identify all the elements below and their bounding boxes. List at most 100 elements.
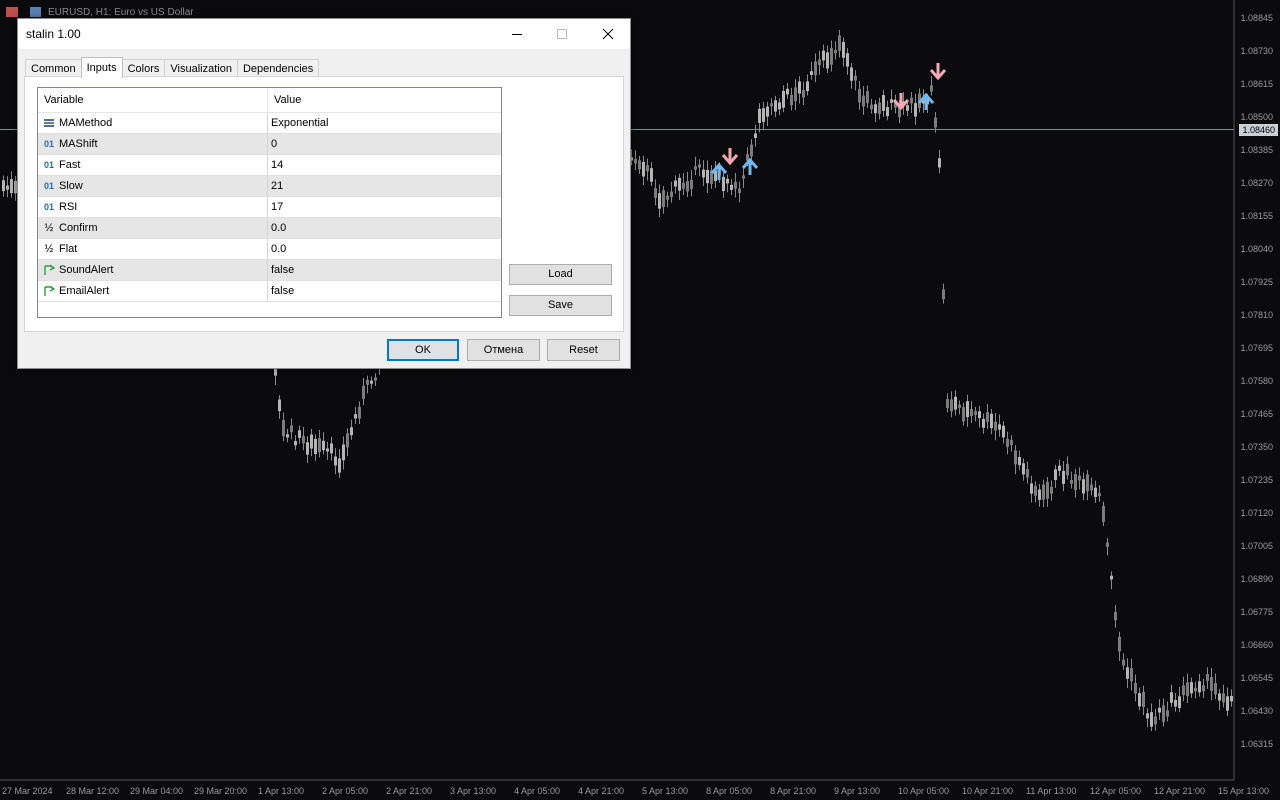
column-value[interactable]: Value [268, 88, 301, 112]
variable-name: MAMethod [59, 117, 113, 129]
time-tick-label: 12 Apr 21:00 [1154, 786, 1206, 796]
cancel-button[interactable]: Отмена [467, 339, 540, 361]
minimize-icon [511, 34, 522, 35]
price-tick-label: 1.08155 [1240, 211, 1273, 221]
chart-type-icon [6, 7, 18, 17]
time-tick-label: 4 Apr 05:00 [514, 786, 561, 796]
value-cell[interactable]: 17 [268, 197, 501, 217]
price-tick-label: 1.08615 [1240, 79, 1273, 89]
table-row[interactable]: ½ Confirm 0.0 [38, 218, 501, 239]
table-row[interactable]: 01 Fast 14 [38, 155, 501, 176]
table-row[interactable]: 01 RSI 17 [38, 197, 501, 218]
double-icon: ½ [44, 222, 54, 234]
price-tick-label: 1.07235 [1240, 475, 1273, 485]
inputs-table: Variable Value MAMethod Exponential 01 MASh… [37, 87, 502, 318]
price-tick-label: 1.07810 [1240, 310, 1273, 320]
table-row[interactable]: SoundAlert false [38, 260, 501, 281]
price-tick-label: 1.07580 [1240, 376, 1273, 386]
price-tick-label: 1.08385 [1240, 145, 1273, 155]
value-cell[interactable]: false [268, 260, 501, 280]
value-cell[interactable]: 21 [268, 176, 501, 196]
value-cell[interactable]: false [268, 281, 501, 301]
current-price-label: 1.08460 [1239, 124, 1278, 136]
table-row[interactable]: ½ Flat 0.0 [38, 239, 501, 260]
price-tick-label: 1.06545 [1240, 673, 1273, 683]
variable-cell: ½ Confirm [38, 218, 268, 238]
variable-name: EmailAlert [59, 285, 110, 297]
variable-name: Flat [59, 243, 78, 255]
price-tick-label: 1.08500 [1240, 112, 1273, 122]
variable-cell: 01 Fast [38, 155, 268, 175]
tab-strip: Common Inputs Colors Visualization Depen… [25, 57, 320, 78]
minimize-button[interactable] [494, 19, 539, 49]
close-button[interactable] [585, 19, 630, 49]
dialog-title: stalin 1.00 [26, 27, 81, 41]
table-header: Variable Value [38, 88, 501, 113]
variable-name: SoundAlert [59, 264, 114, 276]
time-tick-label: 2 Apr 05:00 [322, 786, 369, 796]
int-icon: 01 [43, 160, 54, 170]
variable-cell: 01 Slow [38, 176, 268, 196]
price-tick-label: 1.07465 [1240, 409, 1273, 419]
dialog-titlebar[interactable]: stalin 1.00 [18, 19, 630, 49]
price-tick-label: 1.07350 [1240, 442, 1273, 452]
enum-icon [43, 117, 55, 129]
time-tick-label: 12 Apr 05:00 [1090, 786, 1142, 796]
time-tick-label: 1 Apr 13:00 [258, 786, 305, 796]
variable-cell: ½ Flat [38, 239, 268, 259]
bool-icon [43, 264, 55, 276]
price-tick-label: 1.06430 [1240, 706, 1273, 716]
price-tick-label: 1.06775 [1240, 607, 1273, 617]
variable-cell: EmailAlert [38, 281, 268, 301]
price-tick-label: 1.07120 [1240, 508, 1273, 518]
variable-cell: SoundAlert [38, 260, 268, 280]
value-cell[interactable]: 0 [268, 134, 501, 154]
reset-button[interactable]: Reset [547, 339, 620, 361]
buy-arrow-icon [917, 92, 935, 110]
variable-name: Confirm [59, 222, 98, 234]
tab-inputs[interactable]: Inputs [80, 57, 123, 78]
variable-cell: MAMethod [38, 113, 268, 133]
value-cell[interactable]: 14 [268, 155, 501, 175]
time-tick-label: 29 Mar 20:00 [194, 786, 248, 796]
symbol-flag-icon [30, 7, 41, 17]
indicator-properties-dialog: stalin 1.00 Common Inputs Colors Visuali… [17, 18, 631, 369]
table-row[interactable]: MAMethod Exponential [38, 113, 501, 134]
time-tick-label: 5 Apr 13:00 [642, 786, 689, 796]
column-variable[interactable]: Variable [38, 88, 268, 112]
variable-name: Fast [59, 159, 81, 171]
variable-cell: 01 RSI [38, 197, 268, 217]
int-icon: 01 [43, 181, 54, 191]
time-tick-label: 4 Apr 21:00 [578, 786, 625, 796]
price-tick-label: 1.08040 [1240, 244, 1273, 254]
time-tick-label: 11 Apr 13:00 [1026, 786, 1077, 796]
inputs-panel: Variable Value MAMethod Exponential 01 MASh… [24, 76, 624, 332]
price-tick-label: 1.06315 [1240, 739, 1273, 749]
value-cell[interactable]: Exponential [268, 113, 501, 133]
chart-title: EURUSD, H1: Euro vs US Dollar [48, 7, 194, 18]
maximize-icon [556, 29, 567, 39]
table-row[interactable]: EmailAlert false [38, 281, 501, 302]
price-tick-label: 1.07005 [1240, 541, 1273, 551]
value-cell[interactable]: 0.0 [268, 218, 501, 238]
table-row[interactable]: 01 MAShift 0 [38, 134, 501, 155]
int-icon: 01 [43, 139, 54, 149]
sell-arrow-icon [929, 63, 947, 81]
ok-button[interactable]: OK [387, 339, 459, 361]
value-cell[interactable]: 0.0 [268, 239, 501, 259]
save-button[interactable]: Save [509, 295, 612, 316]
time-tick-label: 3 Apr 13:00 [450, 786, 497, 796]
load-button[interactable]: Load [509, 264, 612, 285]
time-tick-label: 9 Apr 13:00 [834, 786, 881, 796]
time-tick-label: 10 Apr 05:00 [898, 786, 950, 796]
price-tick-label: 1.08270 [1240, 178, 1273, 188]
variable-name: MAShift [59, 138, 98, 150]
double-icon: ½ [44, 243, 54, 255]
table-row[interactable]: 01 Slow 21 [38, 176, 501, 197]
int-icon: 01 [43, 202, 54, 212]
variable-name: RSI [59, 201, 78, 213]
time-tick-label: 15 Apr 13:00 [1218, 786, 1270, 796]
time-tick-label: 10 Apr 21:00 [962, 786, 1014, 796]
price-tick-label: 1.07925 [1240, 277, 1273, 287]
time-tick-label: 27 Mar 2024 [2, 786, 53, 796]
